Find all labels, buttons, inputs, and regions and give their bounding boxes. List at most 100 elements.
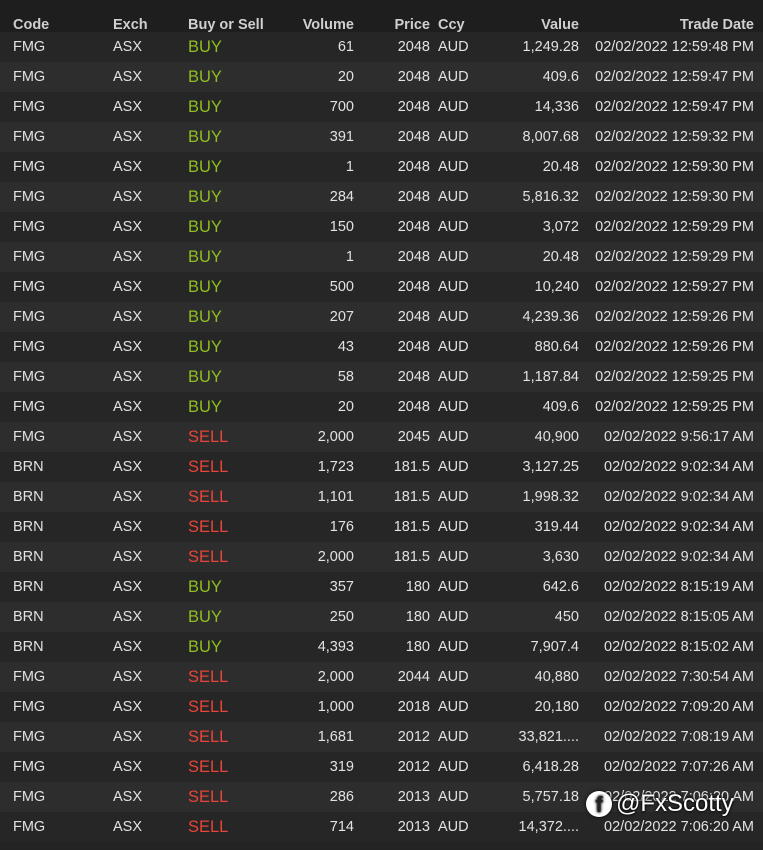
table-row[interactable]: FMG ASX SELL 2,000 2045 AUD 40,900 02/02/2022 9…	[0, 422, 763, 452]
cell-volume: 58	[337, 369, 354, 385]
table-row[interactable]: FMG ASX BUY 58 2048 AUD 1,187.84 02/02/2022 12:…	[0, 362, 763, 392]
table-row[interactable]: FMG ASX SELL 714 2013 AUD 14,372.... 02/02/2022…	[0, 812, 763, 842]
table-row[interactable]: BRN ASX SELL 1,101 181.5 AUD 1,998.32 02/02/202…	[0, 482, 763, 512]
cell-side: BUY	[188, 248, 222, 266]
cell-trade-date: 02/02/2022 12:59:30 PM	[595, 189, 754, 205]
cell-ccy: AUD	[438, 609, 469, 625]
cell-code: FMG	[13, 339, 46, 355]
table-row[interactable]: FMG ASX SELL 319 2012 AUD 6,418.28 02/02/2022 7…	[0, 752, 763, 782]
column-header-value[interactable]: Value	[541, 17, 579, 33]
cell-exch: ASX	[113, 69, 143, 85]
cell-code: FMG	[13, 669, 46, 685]
table-row[interactable]: FMG ASX BUY 391 2048 AUD 8,007.68 02/02/2022 12…	[0, 122, 763, 152]
cell-value: 3,072	[542, 219, 579, 235]
cell-value: 1,249.28	[522, 39, 579, 55]
cell-code: BRN	[13, 639, 44, 655]
cell-volume: 500	[329, 279, 354, 295]
cell-price: 2048	[397, 69, 430, 85]
column-header-side[interactable]: Buy or Sell	[188, 17, 264, 33]
column-header-code[interactable]: Code	[13, 17, 49, 33]
cell-code: FMG	[13, 189, 46, 205]
table-row[interactable]: BRN ASX BUY 250 180 AUD 450 02/02/2022 8:15:05 …	[0, 602, 763, 632]
column-header-price[interactable]: Price	[395, 17, 430, 33]
cell-price: 2013	[397, 789, 430, 805]
table-row[interactable]: FMG ASX BUY 700 2048 AUD 14,336 02/02/2022 12:5…	[0, 92, 763, 122]
cell-exch: ASX	[113, 219, 143, 235]
cell-price: 2044	[397, 669, 430, 685]
cell-code: FMG	[13, 789, 46, 805]
cell-ccy: AUD	[438, 639, 469, 655]
table-row[interactable]: BRN ASX BUY 357 180 AUD 642.6 02/02/2022 8:15:1…	[0, 572, 763, 602]
table-row[interactable]: FMG ASX BUY 500 2048 AUD 10,240 02/02/2022 12:5…	[0, 272, 763, 302]
cell-exch: ASX	[113, 309, 143, 325]
cell-code: FMG	[13, 699, 46, 715]
table-row[interactable]: FMG ASX BUY 1 2048 AUD 20.48 02/02/2022 12:59:3…	[0, 152, 763, 182]
cell-value: 20.48	[542, 249, 579, 265]
cell-value: 3,127.25	[522, 459, 579, 475]
table-row[interactable]: BRN ASX SELL 176 181.5 AUD 319.44 02/02/2022 9:…	[0, 512, 763, 542]
cell-volume: 319	[329, 759, 354, 775]
table-row[interactable]: FMG ASX SELL 1,000 2018 AUD 20,180 02/02/2022 7…	[0, 692, 763, 722]
cell-volume: 2,000	[317, 549, 354, 565]
cell-side: BUY	[188, 128, 222, 146]
cell-value: 5,816.32	[522, 189, 579, 205]
cell-price: 2048	[397, 309, 430, 325]
cell-value: 1,998.32	[522, 489, 579, 505]
cell-exch: ASX	[113, 399, 143, 415]
cell-trade-date: 02/02/2022 12:59:29 PM	[595, 249, 754, 265]
cell-ccy: AUD	[438, 39, 469, 55]
table-row[interactable]: FMG ASX BUY 207 2048 AUD 4,239.36 02/02/2022 12…	[0, 302, 763, 332]
cell-trade-date: 02/02/2022 12:59:30 PM	[595, 159, 754, 175]
cell-side: SELL	[188, 728, 229, 746]
cell-code: FMG	[13, 759, 46, 775]
cell-side: BUY	[188, 638, 222, 656]
cell-exch: ASX	[113, 549, 143, 565]
table-row[interactable]: FMG ASX SELL 286 2013 AUD 5,757.18 02/02/2022 7…	[0, 782, 763, 812]
cell-ccy: AUD	[438, 819, 469, 835]
column-header-exch[interactable]: Exch	[113, 17, 148, 33]
cell-exch: ASX	[113, 429, 143, 445]
cell-side: SELL	[188, 548, 229, 566]
cell-code: FMG	[13, 399, 46, 415]
cell-ccy: AUD	[438, 549, 469, 565]
cell-ccy: AUD	[438, 129, 469, 145]
cell-exch: ASX	[113, 819, 143, 835]
table-row[interactable]: FMG ASX BUY 20 2048 AUD 409.6 02/02/2022 12:59:…	[0, 392, 763, 422]
table-row[interactable]: FMG ASX BUY 20 2048 AUD 409.6 02/02/2022 12:59:…	[0, 62, 763, 92]
cell-value: 1,187.84	[522, 369, 579, 385]
cell-exch: ASX	[113, 39, 143, 55]
column-header-ccy[interactable]: Ccy	[438, 17, 465, 33]
cell-code: FMG	[13, 129, 46, 145]
table-row[interactable]: FMG ASX SELL 1,681 2012 AUD 33,821.... 02/02/20…	[0, 722, 763, 752]
cell-exch: ASX	[113, 789, 143, 805]
cell-code: BRN	[13, 459, 44, 475]
table-row[interactable]: BRN ASX SELL 2,000 181.5 AUD 3,630 02/02/2022 9…	[0, 542, 763, 572]
cell-ccy: AUD	[438, 459, 469, 475]
cell-side: BUY	[188, 338, 222, 356]
cell-trade-date: 02/02/2022 12:59:32 PM	[595, 129, 754, 145]
cell-value: 20,180	[534, 699, 579, 715]
table-row[interactable]: BRN ASX SELL 1,723 181.5 AUD 3,127.25 02/02/202…	[0, 452, 763, 482]
cell-trade-date: 02/02/2022 9:02:34 AM	[604, 459, 754, 475]
table-row[interactable]: BRN ASX BUY 4,393 180 AUD 7,907.4 02/02/2022 8:…	[0, 632, 763, 662]
cell-side: SELL	[188, 518, 229, 536]
table-row[interactable]: FMG ASX BUY 61 2048 AUD 1,249.28 02/02/2022 12:…	[0, 32, 763, 62]
cell-side: SELL	[188, 698, 229, 716]
cell-side: SELL	[188, 488, 229, 506]
cell-volume: 2,000	[317, 429, 354, 445]
table-row[interactable]: FMG ASX SELL 2,000 2044 AUD 40,880 02/02/2022 7…	[0, 662, 763, 692]
cell-exch: ASX	[113, 729, 143, 745]
column-header-trade-date[interactable]: Trade Date	[680, 17, 754, 33]
table-row[interactable]: FMG ASX BUY 1 2048 AUD 20.48 02/02/2022 12:59:2…	[0, 242, 763, 272]
table-row[interactable]: FMG ASX BUY 150 2048 AUD 3,072 02/02/2022 12:59…	[0, 212, 763, 242]
table-row[interactable]: FMG ASX BUY 43 2048 AUD 880.64 02/02/2022 12:59…	[0, 332, 763, 362]
cell-code: FMG	[13, 279, 46, 295]
table-row[interactable]: FMG ASX BUY 284 2048 AUD 5,816.32 02/02/2022 12…	[0, 182, 763, 212]
cell-code: FMG	[13, 819, 46, 835]
cell-volume: 250	[329, 609, 354, 625]
column-header-volume[interactable]: Volume	[303, 17, 354, 33]
cell-side: SELL	[188, 668, 229, 686]
cell-code: FMG	[13, 39, 46, 55]
cell-volume: 43	[337, 339, 354, 355]
cell-code: FMG	[13, 99, 46, 115]
